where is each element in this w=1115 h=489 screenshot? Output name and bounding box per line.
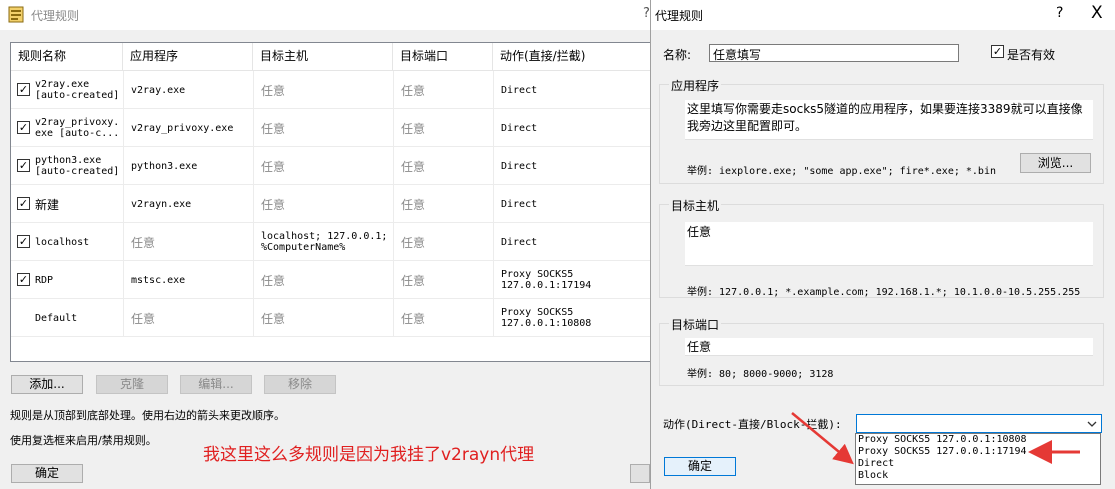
arrow-to-option — [791, 412, 854, 465]
annotation-arrows — [791, 412, 1080, 465]
